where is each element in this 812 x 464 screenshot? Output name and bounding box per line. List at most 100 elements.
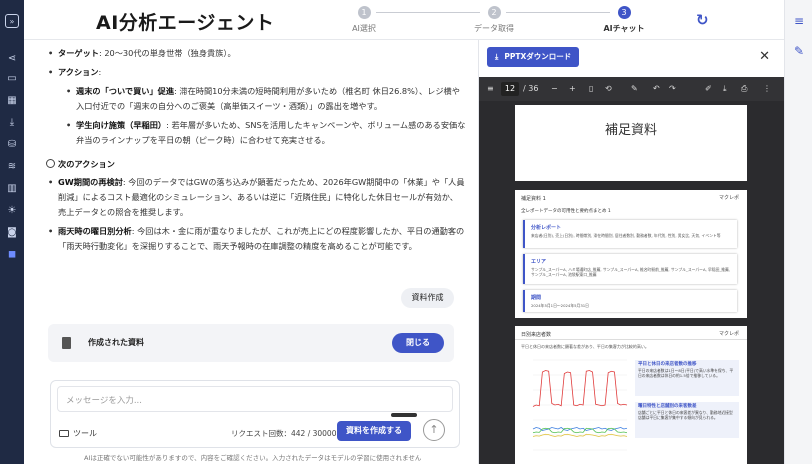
step-number: 1 [357,6,371,19]
step-number: 3 [617,6,631,19]
more-icon[interactable]: ⋮ [763,84,771,93]
step-label: データ取得 [474,24,514,33]
expand-icon[interactable]: » [5,14,19,28]
action1-label: 週末の「ついで買い」促進 [76,86,175,96]
section-title: 次のアクション [58,159,115,169]
resize-handle[interactable] [391,413,417,417]
chat-panel: ターゲット: 20～30代の単身世帯（独身貴族）。 アクション: 週末の「ついで… [24,40,478,464]
tools-label: ツール [73,429,97,438]
target-icon [46,159,55,168]
list-item: アクション: [46,65,466,80]
refresh-icon[interactable]: ↻ [696,11,709,29]
menu-icon[interactable]: ≡ [792,14,806,28]
annotate-icon[interactable]: ✎ [631,84,638,93]
next1-label: GW期間の再検討 [58,177,123,187]
card-text: 2024年5月1日〜2024年5月31日 [531,303,589,308]
action-colon: : [98,67,102,77]
card-title: エリア [531,259,547,265]
insight-text: 平日の来店者数は1日〜8日(平日)で高い水準を保ち、平日の来店者数は休日の約1.… [638,368,734,378]
stack-icon[interactable]: ≋ [5,160,19,174]
insight-text: 店舗ごとに平日と休日の来客差が異なり、勤務地近接型店舗は平日に集客が集中する傾向… [638,410,733,420]
download-icon[interactable]: ⤓ [5,116,19,130]
target-label: ターゲット [58,48,99,58]
slide-title: 補足資料 1 [521,196,546,202]
slide-card: エリア サンプル_スーパーA, ハミ場通町店_推薦, サンプル_スーパーA, 椎… [523,254,737,284]
edit-icon[interactable]: ✎ [792,44,806,58]
list-item: GW期間の再検討: 今回のデータではGWの落ち込みが顕著だったため、2026年G… [46,175,466,220]
database-person-icon[interactable]: ⛁ [5,138,19,152]
undo-icon[interactable]: ↶ [653,84,660,93]
step-label: AI選択 [352,24,376,33]
step-number: 2 [487,6,501,19]
share-icon[interactable]: ⋖ [5,52,19,66]
header: AI分析エージェント 1 AI選択 2 データ取得 3 AIチャット ↻ [24,0,784,40]
list-item: 雨天時の曜日別分析: 今回は木・金に雨が重なりましたが、これが売上にどの程度影響… [46,224,466,254]
tools-button[interactable]: ツール [59,428,97,439]
section-heading: 次のアクション [46,157,466,172]
zoom-in-icon[interactable]: + [569,84,576,93]
insight-box: 平日と休日の来店者数の推移 平日の来店者数は1日〜8日(平日)で高い水準を保ち、… [635,360,739,396]
create-document-chip[interactable]: 資料作成 [401,288,454,308]
left-sidebar: » ⋖ ▭ ▦ ⤓ ⛁ ≋ ▥ ☀ ◙ ◼ [0,0,24,464]
slide: 日別来店者数 マクレポ 平日と休日の来店者数に顕著な差があり、平日の集客力が比較… [515,326,747,464]
app-window: » ⋖ ▭ ▦ ⤓ ⛁ ≋ ▥ ☀ ◙ ◼ AI分析エージェント 1 AI選択 … [0,0,812,464]
request-count: リクエスト回数：442 / 30000 [231,429,337,438]
zoom-out-icon[interactable]: − [551,84,558,93]
message-input[interactable]: メッセージを入力... [57,386,453,412]
stepper: 1 AI選択 2 データ取得 3 AIチャット [324,6,654,36]
camera-icon[interactable]: ◙ [5,226,19,240]
redo-icon[interactable]: ↷ [669,84,676,93]
step-label: AIチャット [603,24,645,33]
step-ai-select[interactable]: 1 AI選択 [324,6,404,34]
insight-box: 曜日特性と店舗別の来客数差 店舗ごとに平日と休日の来客差が異なり、勤務地近接型店… [635,402,739,438]
list-item: 週末の「ついで買い」促進: 滞在時間10分未満の短時間利用が多いため（椎名町 休… [64,84,466,114]
card-title: 期間 [531,295,542,301]
draw-icon[interactable]: ✐ [705,84,712,93]
next2-label: 雨天時の曜日別分析 [58,226,132,236]
close-button[interactable]: 閉じる [392,333,444,353]
slide-card: 分析レポート 来店者(日別), 売上(日別), 時間帯別, 滞在時間別, 居住者… [523,220,737,248]
pdf-viewer: ≡ 12 / 36 − + ▯ ⟲ ✎ ↶ ↷ ✐ ⤓ ⎙ ⋮ 補足資料 補足資… [479,77,785,464]
slide-title: 日別来店者数 [521,332,552,338]
send-icon[interactable]: ↑ [423,419,445,441]
create-document-button[interactable]: 資料を作成する [337,421,411,441]
series-line-4 [532,433,628,437]
print-icon[interactable]: ⎙ [741,84,747,94]
download-icon: ⤓ [495,52,499,61]
slide-subtitle: 全レポートデータの可用性と要約点まとめ 1 [521,209,611,214]
list-item: 学生向け施策（早稲田）: 若年層が多いため、SNSを活用したキャンペーンや、ボリ… [64,118,466,148]
folder-icon[interactable]: ▭ [5,72,19,86]
line-chart [532,359,628,451]
target-text: : 20～30代の単身世帯（独身貴族）。 [98,48,236,58]
pptx-download-button[interactable]: ⤓ PPTXダウンロード [487,47,579,67]
slide-logo: マクレポ [718,195,739,201]
step-ai-chat[interactable]: 3 AIチャット [584,6,664,34]
card-text: 来店者(日別), 売上(日別), 時間帯別, 滞在時間別, 居住者数別, 勤務者… [531,233,721,238]
step-data-fetch[interactable]: 2 データ取得 [454,6,534,34]
slide: 補足資料 [515,105,747,181]
rotate-icon[interactable]: ⟲ [605,84,612,93]
chart-icon[interactable]: ▦ [5,94,19,108]
download-icon[interactable]: ⤓ [723,84,727,94]
action-label: アクション [58,67,99,77]
message-composer: メッセージを入力... ツール リクエスト回数：442 / 30000 資料を作… [50,380,460,448]
slide-card: 期間 2024年5月1日〜2024年5月31日 [523,290,737,312]
insight-title: 平日と休日の来店者数の推移 [638,362,697,367]
close-icon[interactable]: ✕ [759,49,770,64]
assistant-message: ターゲット: 20～30代の単身世帯（独身貴族）。 アクション: 週末の「ついで… [46,46,466,254]
chat-icon[interactable]: ◼ [5,248,19,262]
right-sidebar: ≡ ✎ [784,0,812,464]
page-number-input[interactable]: 12 [501,82,519,96]
bulb-icon[interactable]: ☀ [5,204,19,218]
pptx-download-label: PPTXダウンロード [504,52,572,61]
page-total: / 36 [523,84,539,93]
created-document-card: 作成された資料 閉じる [48,324,454,362]
card-text: サンプル_スーパーA, ハミ場通町店_推薦, サンプル_スーパーA, 椎名町駅前… [531,267,731,277]
menu-icon[interactable]: ≡ [487,84,494,93]
building-icon[interactable]: ▥ [5,182,19,196]
viewer-toolbar: ≡ 12 / 36 − + ▯ ⟲ ✎ ↶ ↷ ✐ ⤓ ⎙ ⋮ [479,77,785,101]
app-title: AI分析エージェント [96,12,275,34]
fit-page-icon[interactable]: ▯ [589,84,593,93]
disclaimer-text: AIは正確でない可能性がありますので、内容をご確認ください。入力されたデータはモ… [84,454,422,462]
series-line-1 [532,370,628,407]
